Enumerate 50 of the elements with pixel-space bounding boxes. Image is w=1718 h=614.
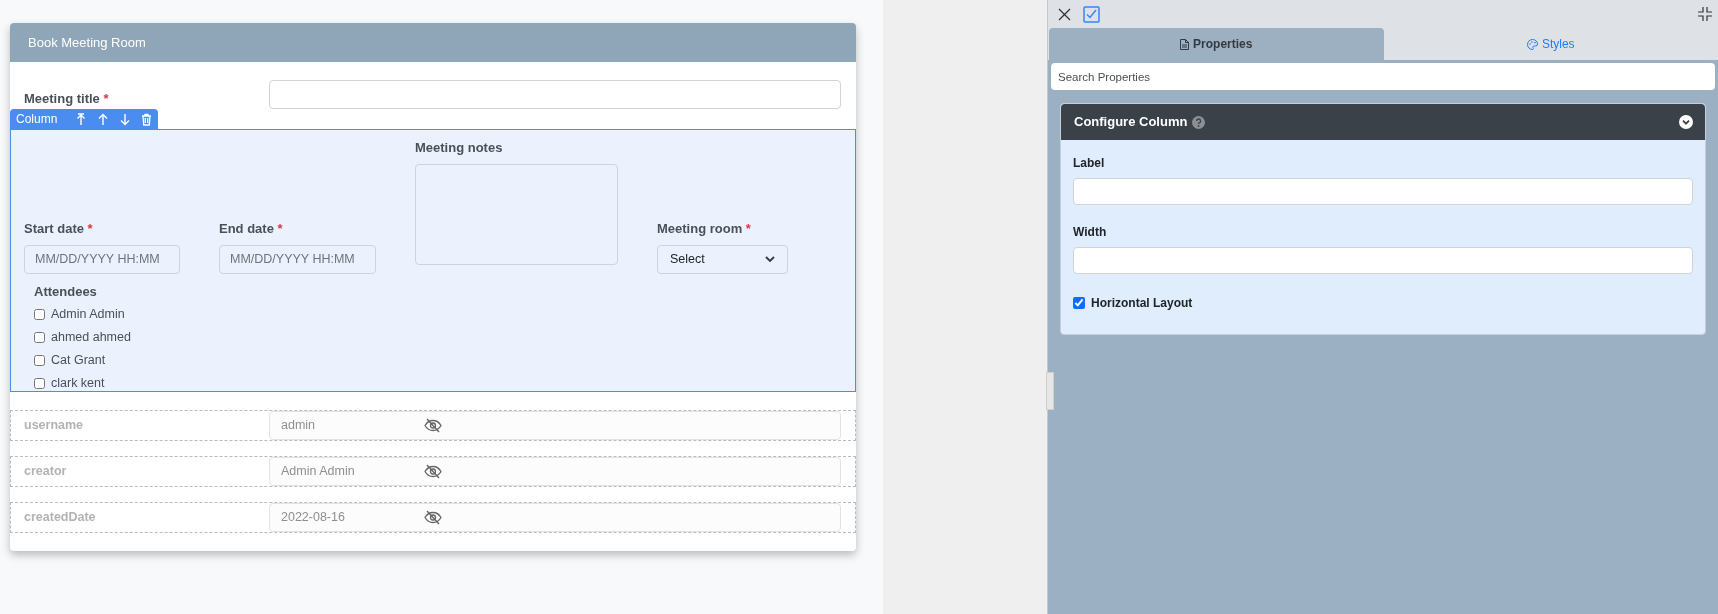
checkbox[interactable] <box>1073 297 1085 309</box>
field-label: End date * <box>219 220 284 238</box>
field-label: Label <box>1073 155 1106 172</box>
readonly-field: 2022-08-16 <box>269 503 841 532</box>
field-label: createdDate <box>24 509 97 527</box>
field-label: Meeting title * <box>24 91 109 106</box>
arrow-up-icon[interactable] <box>97 112 110 126</box>
field-label: Width <box>1073 224 1108 241</box>
splitter-handle[interactable] <box>1046 372 1054 410</box>
meeting-room-select[interactable]: Select <box>657 244 788 274</box>
form-title: Book Meeting Room <box>28 33 146 52</box>
document-icon <box>1180 38 1190 50</box>
eye-slash-icon <box>424 510 442 525</box>
eye-slash-icon <box>424 418 442 433</box>
collapse-icon[interactable] <box>1698 7 1712 21</box>
checkbox[interactable] <box>34 309 45 320</box>
checkbox[interactable] <box>34 355 45 366</box>
start-date-input[interactable]: MM/DD/YYYY HH:MM <box>24 244 180 274</box>
card-title: Configure Column <box>1074 113 1188 132</box>
field-label: Attendees <box>34 282 98 301</box>
checkbox-label: Admin Admin <box>51 306 125 324</box>
checkbox-label: ahmed ahmed <box>51 329 131 347</box>
readonly-field: Admin Admin <box>269 457 841 486</box>
search-field[interactable]: Search Properties <box>1051 63 1715 90</box>
field-label: username <box>24 417 85 435</box>
checkbox[interactable] <box>34 378 45 389</box>
tab[interactable]: Properties <box>1049 28 1384 60</box>
end-date-input[interactable]: MM/DD/YYYY HH:MM <box>219 244 376 274</box>
meeting-title-input[interactable] <box>269 80 841 109</box>
checkbox-checked-icon[interactable] <box>1083 5 1100 23</box>
field-label: Meeting notes <box>415 139 504 157</box>
text-input[interactable] <box>1073 247 1693 274</box>
chevron-down-icon <box>765 255 775 263</box>
readonly-field: admin <box>269 411 841 440</box>
field-label: Meeting room * <box>657 220 752 238</box>
help-icon[interactable] <box>1192 115 1206 129</box>
text-input[interactable] <box>1073 178 1693 205</box>
checkbox-label: clark kent <box>51 375 105 393</box>
field-label: creator <box>24 463 68 481</box>
column-label: Column <box>16 111 58 128</box>
arrow-down-icon[interactable] <box>119 112 132 126</box>
trash-icon[interactable] <box>141 112 153 126</box>
checkbox-label: Cat Grant <box>51 352 106 370</box>
chevron-down-icon[interactable] <box>1679 115 1693 129</box>
close-icon[interactable] <box>1058 7 1071 21</box>
checkbox[interactable] <box>34 332 45 343</box>
palette-icon <box>1526 38 1538 50</box>
checkbox-label: Horizontal Layout <box>1091 295 1193 312</box>
field-label: Start date * <box>24 220 94 238</box>
eye-slash-icon <box>424 464 442 479</box>
